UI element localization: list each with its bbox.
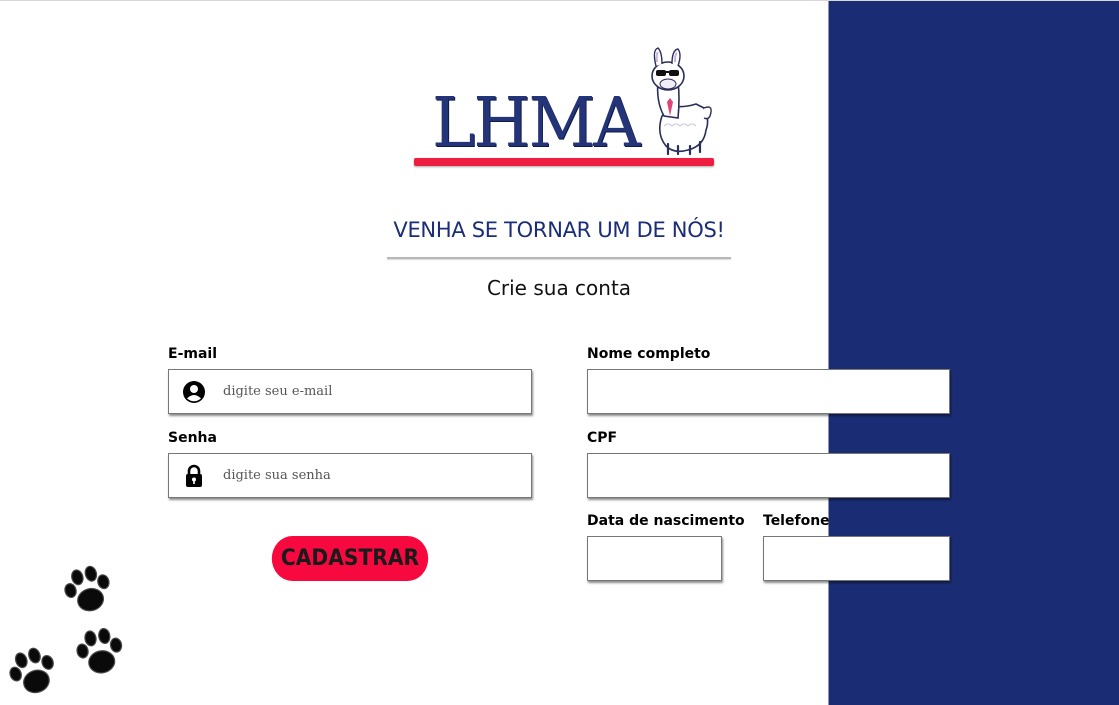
- phone-input[interactable]: [772, 537, 941, 580]
- signup-page: LHMA VENHA SE TORNAR UM DE NÓS! Crie sua…: [0, 0, 1119, 705]
- birth-date-input[interactable]: [596, 537, 713, 580]
- email-input[interactable]: [223, 370, 525, 413]
- lock-icon: [186, 464, 202, 487]
- email-label: E-mail: [168, 346, 218, 362]
- paw-print-icon: [64, 565, 110, 612]
- email-field[interactable]: [168, 369, 532, 414]
- user-circle-icon: [183, 381, 205, 403]
- headline-divider: [387, 257, 731, 259]
- phone-field[interactable]: [763, 536, 950, 581]
- page-subtitle: Crie sua conta: [486, 276, 632, 300]
- logo-underline: [414, 158, 714, 166]
- brand-logo: LHMA: [412, 46, 718, 174]
- password-label: Senha: [168, 430, 217, 446]
- logo-text: LHMA: [432, 84, 641, 163]
- phone-label: Telefone: [763, 513, 830, 529]
- password-field[interactable]: [168, 453, 532, 498]
- full-name-field[interactable]: [587, 369, 950, 414]
- full-name-input[interactable]: [596, 370, 941, 413]
- page-headline: VENHA SE TORNAR UM DE NÓS!: [393, 218, 725, 242]
- password-input[interactable]: [223, 454, 525, 497]
- birth-date-label: Data de nascimento: [587, 513, 745, 529]
- cpf-label: CPF: [587, 430, 618, 446]
- paw-print-icon: [76, 627, 123, 674]
- register-button[interactable]: CADASTRAR: [271, 536, 429, 581]
- full-name-label: Nome completo: [587, 346, 711, 362]
- llama-icon: [651, 47, 712, 156]
- cpf-input[interactable]: [596, 454, 941, 497]
- cpf-field[interactable]: [587, 453, 950, 498]
- paw-print-icon: [9, 647, 54, 694]
- birth-date-field[interactable]: [587, 536, 722, 581]
- side-blue-panel: [828, 1, 1119, 705]
